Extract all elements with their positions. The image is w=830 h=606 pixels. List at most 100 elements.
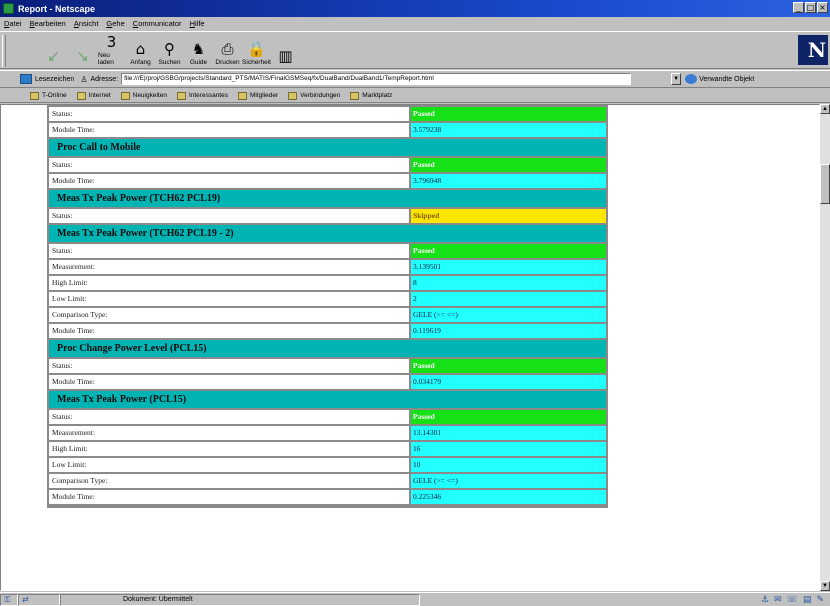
row-key: High Limit:: [49, 442, 409, 456]
bookmarks-icon[interactable]: [20, 74, 32, 84]
row-key: Status:: [49, 244, 409, 258]
address-book-icon[interactable]: ▤: [803, 595, 812, 605]
toolbar-button-label: Drucken: [215, 59, 240, 66]
menu-item-hilfe[interactable]: Hilfe: [190, 19, 205, 28]
newsgroups-icon[interactable]: ☏: [787, 595, 798, 605]
suchen-button[interactable]: ⚲ Suchen: [156, 32, 183, 68]
folder-icon: [176, 91, 186, 100]
close-button[interactable]: ×: [817, 2, 828, 13]
personal-link-label: Marktplatz: [362, 92, 393, 99]
toolbar-button-label: Neu laden: [98, 52, 114, 66]
status-badge: Passed: [411, 158, 606, 172]
row-value: 10: [411, 458, 606, 472]
scroll-down-button[interactable]: ▼: [820, 581, 830, 591]
minimize-button[interactable]: _: [793, 2, 804, 13]
personal-link-neuigkeiten[interactable]: Neuigkeiten: [120, 91, 167, 100]
row-key: Module Time:: [49, 174, 409, 188]
personal-link-marktplatz[interactable]: Marktplatz: [350, 91, 393, 100]
sicherheit-button[interactable]: 🔒 Sicherheit: [242, 32, 271, 68]
address-label: Adresse:: [90, 75, 119, 83]
row-key: Status:: [49, 209, 409, 223]
row-key: Comparison Type:: [49, 474, 409, 488]
folder-icon: [120, 91, 130, 100]
row-value: 3.579238: [411, 123, 606, 137]
personal-link-mitglieder[interactable]: Mitglieder: [237, 91, 278, 100]
row-key: Low Limit:: [49, 458, 409, 472]
guide-button[interactable]: ♞ Guide: [185, 32, 212, 68]
report-row: Module Time: 0.225346: [49, 490, 606, 504]
row-value: 13.14301: [411, 426, 606, 440]
row-key: Comparison Type:: [49, 308, 409, 322]
window-title: Report - Netscape: [18, 3, 96, 14]
toolbar-button-label: Suchen: [158, 59, 181, 66]
report-row: Status: Passed: [49, 410, 606, 424]
status-badge: Passed: [411, 244, 606, 258]
personal-link-internet[interactable]: Internet: [76, 91, 111, 100]
address-input[interactable]: file:///E|/proj/GSBG/projects/Standard_P…: [121, 73, 632, 85]
address-dropdown-button[interactable]: ▼: [671, 73, 682, 85]
personal-link-label: Neuigkeiten: [132, 92, 167, 99]
back-arrow-button[interactable]: ↙: [40, 32, 67, 68]
forward-arrow-icon: ↘: [76, 47, 89, 65]
status-badge: Passed: [411, 107, 606, 121]
drucken-button[interactable]: ⎙ Drucken: [214, 32, 241, 68]
vertical-scrollbar[interactable]: ▲ ▼: [820, 104, 830, 591]
report-row: Low Limit: 2: [49, 292, 606, 306]
component-bar: ⚓ ✉ ☏ ▤ ✎: [761, 595, 830, 605]
netscape-logo[interactable]: N: [798, 35, 828, 65]
menu-item-gehe[interactable]: Gehe: [106, 19, 124, 28]
section-title: Proc Call to Mobile: [49, 139, 606, 156]
row-value: 0.119619: [411, 324, 606, 338]
report-section: Meas Tx Peak Power (TCH62 PCL19) Status: S…: [49, 190, 606, 223]
section-title: Proc Change Power Level (PCL15): [49, 340, 606, 357]
navigator-icon[interactable]: ⚓: [761, 595, 769, 605]
toolbar-button-label: Guide: [189, 59, 208, 66]
menu-bar: Datei Bearbeiten Ansicht Gehe Communicator Hi…: [0, 17, 830, 30]
stop-button[interactable]: ▥: [272, 32, 299, 68]
personal-link-verbindungen[interactable]: Verbindungen: [288, 91, 341, 100]
menu-item-ansicht[interactable]: Ansicht: [74, 19, 99, 28]
personal-link-interessantes[interactable]: Interessantes: [176, 91, 228, 100]
row-key: Module Time:: [49, 490, 409, 504]
row-value: GELE (>= <=): [411, 308, 606, 322]
report-table: Status: Passed Module Time: 3.579238 Proc Ca…: [47, 105, 608, 508]
security-lock-icon: 🔒: [247, 40, 266, 58]
page-content: Status: Passed Module Time: 3.579238 Proc Ca…: [0, 104, 820, 591]
personal-link-label: Internet: [88, 92, 111, 99]
forward-arrow-button[interactable]: ↘: [69, 32, 96, 68]
maximize-button[interactable]: □: [805, 2, 816, 13]
report-row: Low Limit: 10: [49, 458, 606, 472]
anfang-button[interactable]: ⌂ Anfang: [127, 32, 154, 68]
mail-icon[interactable]: ✉: [774, 595, 782, 605]
row-key: Measurement:: [49, 426, 409, 440]
page-proxy-icon[interactable]: ♙: [80, 75, 87, 84]
row-value: 16: [411, 442, 606, 456]
report-section: Proc Call to Mobile Status: Passed Module T…: [49, 139, 606, 188]
menu-item-communicator[interactable]: Communicator: [133, 19, 182, 28]
security-status-icon[interactable]: ⚿: [0, 593, 18, 606]
report-row: Module Time: 3.579238: [49, 123, 606, 137]
composer-icon[interactable]: ✎: [816, 595, 824, 605]
report-row: High Limit: 8: [49, 276, 606, 290]
toolbar-grip[interactable]: [2, 35, 6, 67]
personal-link-t-online[interactable]: T-Online: [30, 91, 67, 100]
bookmarks-button[interactable]: Lesezeichen: [35, 76, 74, 83]
scroll-thumb[interactable]: [820, 164, 830, 204]
folder-icon: [237, 91, 247, 100]
menu-item-datei[interactable]: Datei: [4, 19, 22, 28]
neu-laden-button[interactable]: 3 Neu laden: [98, 32, 125, 68]
row-value: 8: [411, 276, 606, 290]
guide-icon: ♞: [191, 40, 206, 58]
report-row: High Limit: 16: [49, 442, 606, 456]
report-section: Meas Tx Peak Power (TCH62 PCL19 - 2) Stat…: [49, 225, 606, 338]
status-badge: Passed: [411, 359, 606, 373]
report-section: Meas Tx Peak Power (PCL15) Status: Passed M…: [49, 391, 606, 504]
folder-icon: [30, 91, 39, 100]
personal-link-label: Verbindungen: [300, 92, 341, 99]
related-objects-button[interactable]: Verwandte Objekt: [685, 74, 754, 84]
related-label: Verwandte Objekt: [699, 75, 755, 83]
menu-item-bearbeiten[interactable]: Bearbeiten: [30, 19, 66, 28]
navigation-toolbar: ↙ ↘ 3 Neu laden ⌂ Anfang ⚲ Suchen ♞ Guide ⎙ Drucken…: [0, 31, 830, 69]
status-badge: Passed: [411, 410, 606, 424]
scroll-up-button[interactable]: ▲: [820, 104, 830, 114]
